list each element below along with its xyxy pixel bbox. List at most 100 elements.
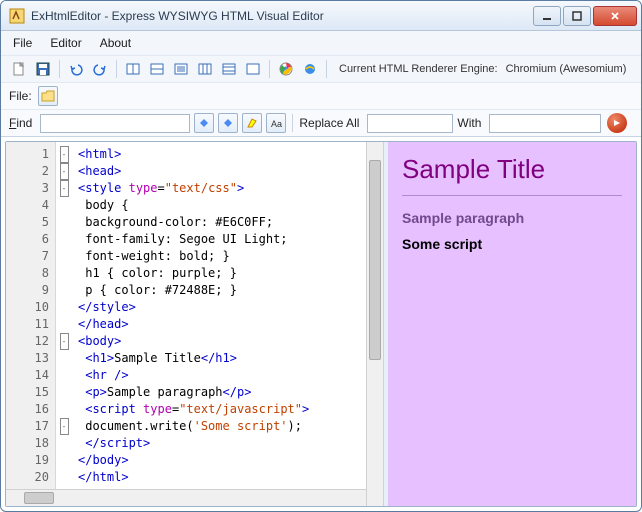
undo-icon[interactable] — [66, 59, 86, 79]
code-line[interactable]: <script type="text/javascript"> — [78, 401, 360, 418]
menu-file[interactable]: File — [13, 36, 32, 50]
line-number: 5 — [6, 214, 55, 231]
fold-cell[interactable]: - — [56, 163, 72, 180]
menu-about[interactable]: About — [100, 36, 131, 50]
replace-label: Replace All — [299, 116, 359, 130]
redo-icon[interactable] — [90, 59, 110, 79]
window-controls — [533, 6, 637, 26]
code-line[interactable]: <hr /> — [78, 367, 360, 384]
fold-cell — [56, 282, 72, 299]
code-line[interactable]: h1 { color: purple; } — [78, 265, 360, 282]
fold-cell — [56, 248, 72, 265]
line-number: 11 — [6, 316, 55, 333]
code-line[interactable]: background-color: #E6C0FF; — [78, 214, 360, 231]
layout-rows-icon[interactable] — [219, 59, 239, 79]
titlebar: ExHtmlEditor - Express WYSIWYG HTML Visu… — [1, 1, 641, 31]
find-input[interactable] — [40, 114, 190, 133]
code-line[interactable]: p { color: #72488E; } — [78, 282, 360, 299]
svg-text:Aa: Aa — [271, 119, 282, 129]
code-line[interactable]: </head> — [78, 316, 360, 333]
line-number: 6 — [6, 231, 55, 248]
scroll-thumb[interactable] — [24, 492, 54, 504]
line-number: 18 — [6, 435, 55, 452]
code-line[interactable]: <style type="text/css"> — [78, 180, 360, 197]
fold-cell — [56, 469, 72, 486]
code-line[interactable]: <h1>Sample Title</h1> — [78, 350, 360, 367]
layout-columns-icon[interactable] — [195, 59, 215, 79]
line-number: 2 — [6, 163, 55, 180]
line-number: 9 — [6, 282, 55, 299]
replace-go-button[interactable] — [607, 113, 627, 133]
fold-toggle-icon[interactable]: - — [60, 333, 69, 350]
fold-toggle-icon[interactable]: - — [60, 163, 69, 180]
menubar: File Editor About — [1, 31, 641, 55]
window-title: ExHtmlEditor - Express WYSIWYG HTML Visu… — [31, 9, 533, 23]
fold-cell[interactable]: - — [56, 333, 72, 350]
fold-cell — [56, 265, 72, 282]
code-line[interactable]: <p>Sample paragraph</p> — [78, 384, 360, 401]
highlight-button[interactable] — [242, 113, 262, 133]
fold-cell[interactable]: - — [56, 146, 72, 163]
code-line[interactable]: font-family: Segoe UI Light; — [78, 231, 360, 248]
preview-heading: Sample Title — [402, 154, 622, 185]
chrome-icon[interactable] — [276, 59, 296, 79]
fold-toggle-icon[interactable]: - — [60, 418, 69, 435]
scroll-thumb[interactable] — [369, 160, 381, 360]
line-number: 8 — [6, 265, 55, 282]
find-next-button[interactable] — [194, 113, 214, 133]
open-folder-button[interactable] — [38, 86, 58, 106]
code-line[interactable]: </html> — [78, 469, 360, 486]
fold-cell — [56, 214, 72, 231]
fold-cell[interactable]: - — [56, 418, 72, 435]
layout-split-v-icon[interactable] — [147, 59, 167, 79]
line-number: 20 — [6, 469, 55, 486]
with-input[interactable] — [489, 114, 601, 133]
fold-toggle-icon[interactable]: - — [60, 146, 69, 163]
horizontal-scrollbar[interactable] — [6, 489, 366, 506]
line-number: 15 — [6, 384, 55, 401]
filebar: File: — [1, 83, 641, 109]
fold-cell — [56, 452, 72, 469]
code-line[interactable]: <body> — [78, 333, 360, 350]
find-label: Find — [9, 116, 32, 130]
code-line[interactable]: document.write('Some script'); — [78, 418, 360, 435]
close-button[interactable] — [593, 6, 637, 26]
findbar: Find Aa Replace All With — [1, 109, 641, 137]
renderer-label: Current HTML Renderer Engine: — [339, 63, 498, 75]
menu-editor[interactable]: Editor — [50, 36, 81, 50]
match-case-button[interactable]: Aa — [266, 113, 286, 133]
line-gutter: 123456789101112131415161718192021 — [6, 142, 56, 506]
minimize-button[interactable] — [533, 6, 561, 26]
line-number: 4 — [6, 197, 55, 214]
code-line[interactable]: <head> — [78, 163, 360, 180]
find-prev-button[interactable] — [218, 113, 238, 133]
layout-single-icon[interactable] — [243, 59, 263, 79]
fold-cell — [56, 384, 72, 401]
new-file-icon[interactable] — [9, 59, 29, 79]
fold-cell — [56, 435, 72, 452]
toolbar-separator — [269, 60, 270, 78]
maximize-button[interactable] — [563, 6, 591, 26]
fold-cell — [56, 316, 72, 333]
ie-icon[interactable] — [300, 59, 320, 79]
toolbar-separator — [326, 60, 327, 78]
fold-cell — [56, 367, 72, 384]
code-line[interactable]: font-weight: bold; } — [78, 248, 360, 265]
layout-split-h-icon[interactable] — [123, 59, 143, 79]
vertical-scrollbar[interactable] — [366, 142, 383, 506]
code-line[interactable]: </style> — [78, 299, 360, 316]
code-line[interactable]: </script> — [78, 435, 360, 452]
layout-list-icon[interactable] — [171, 59, 191, 79]
code-area[interactable]: <html><head><style type="text/css"> body… — [72, 142, 366, 506]
code-editor[interactable]: 123456789101112131415161718192021 ----- … — [6, 142, 384, 506]
fold-cell[interactable]: - — [56, 180, 72, 197]
save-icon[interactable] — [33, 59, 53, 79]
fold-cell — [56, 197, 72, 214]
app-window: ExHtmlEditor - Express WYSIWYG HTML Visu… — [0, 0, 642, 512]
code-line[interactable]: body { — [78, 197, 360, 214]
fold-toggle-icon[interactable]: - — [60, 180, 69, 197]
replace-input[interactable] — [367, 114, 453, 133]
code-line[interactable]: </body> — [78, 452, 360, 469]
line-number: 12 — [6, 333, 55, 350]
code-line[interactable]: <html> — [78, 146, 360, 163]
